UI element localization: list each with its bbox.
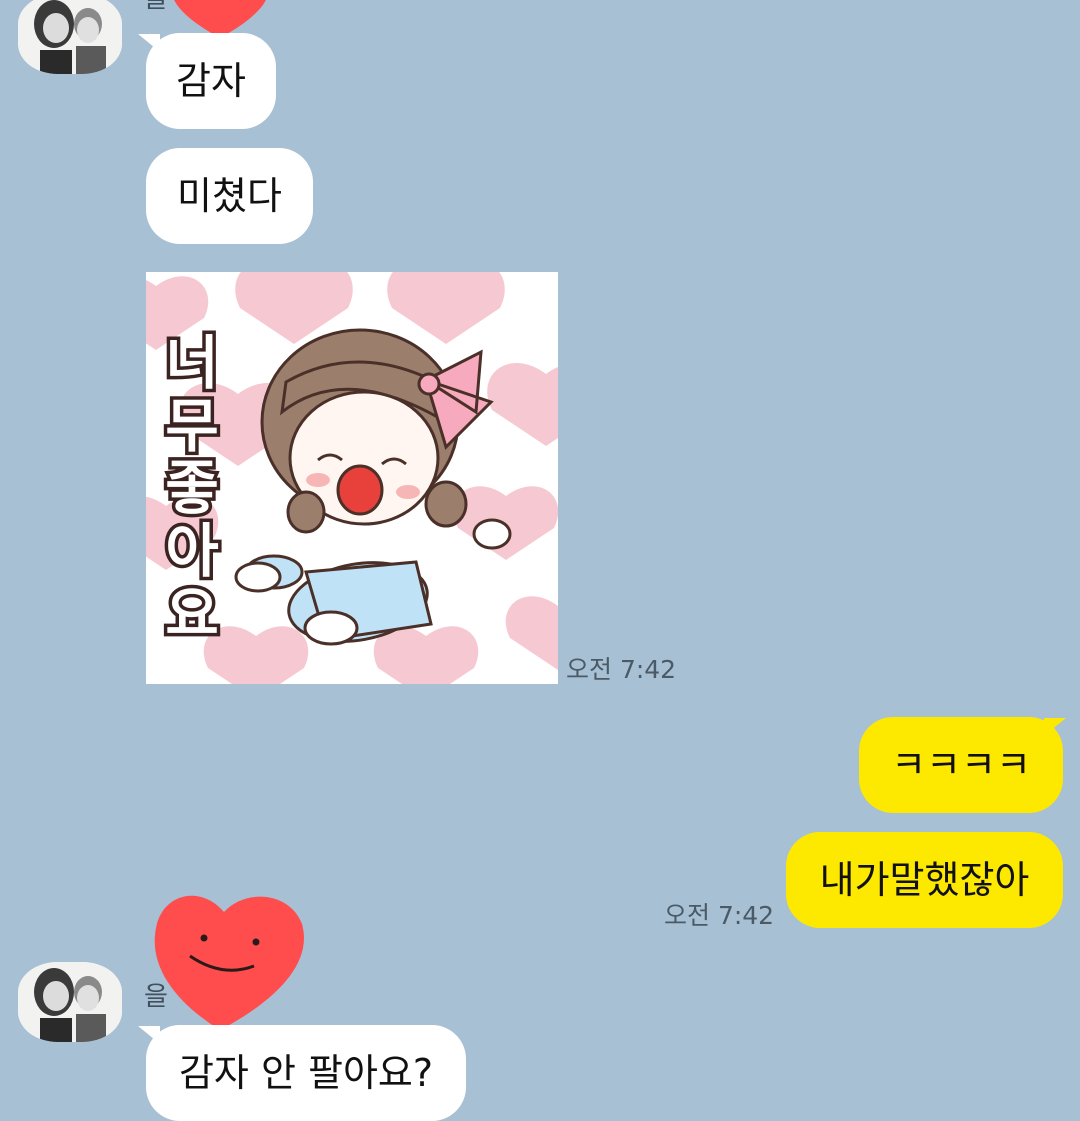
message-text: 감자 xyxy=(176,59,246,103)
sender-avatar[interactable] xyxy=(18,962,122,1042)
message-text: ㅋㅋㅋㅋ xyxy=(891,743,1031,787)
timestamp: 오전 7:42 xyxy=(664,901,775,930)
incoming-message[interactable]: 감자 xyxy=(146,33,276,129)
timestamp: 오전 7:42 xyxy=(566,655,677,684)
message-text: 내가말했잖아 xyxy=(819,858,1030,902)
outgoing-message[interactable]: ㅋㅋㅋㅋ xyxy=(859,717,1063,813)
message-text: 미쳤다 xyxy=(177,174,282,218)
sticker-caption: 너무 좋아요 xyxy=(162,328,222,648)
message-text: 감자 안 팔아요? xyxy=(178,1051,434,1095)
incoming-message[interactable]: 미쳤다 xyxy=(146,148,313,244)
sender-avatar[interactable] xyxy=(18,0,122,74)
outgoing-message[interactable]: 내가말했잖아 xyxy=(786,832,1063,928)
privacy-heart-sticker xyxy=(154,895,304,1030)
sticker-image[interactable]: 너무 좋아요 xyxy=(146,272,558,684)
incoming-message[interactable]: 감자 안 팔아요? xyxy=(146,1025,466,1121)
